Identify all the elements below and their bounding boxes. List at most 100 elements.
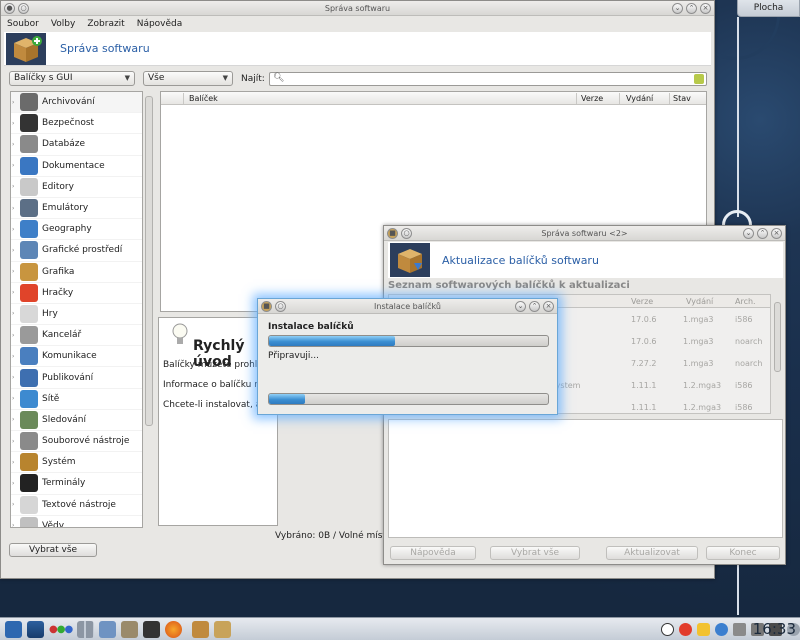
minimize-button[interactable]: ⌄	[743, 227, 754, 239]
window-sticky-button[interactable]: ○	[275, 300, 286, 312]
expand-arrow-icon[interactable]: ›	[12, 183, 14, 190]
maximize-button[interactable]: ⌃	[757, 227, 768, 239]
category-item[interactable]: › Emulátory	[11, 198, 142, 220]
network-globe-icon[interactable]	[715, 622, 728, 636]
task-software-manager-icon[interactable]	[192, 620, 210, 638]
expand-arrow-icon[interactable]: ›	[12, 141, 14, 148]
update-select-all-button[interactable]: Vybrat vše	[490, 546, 580, 560]
category-item[interactable]: › Publikování	[11, 367, 142, 389]
task-software-update-icon[interactable]	[214, 620, 232, 638]
select-all-button[interactable]: Vybrat vše	[9, 543, 97, 557]
category-item[interactable]: › Hry	[11, 304, 142, 326]
office-icon	[20, 326, 38, 345]
category-item[interactable]: › Editory	[11, 177, 142, 198]
column-release[interactable]: Vydání	[626, 94, 653, 103]
main-titlebar[interactable]: Správa softwaru ● ○ ⌄ ⌃ ×	[1, 1, 714, 16]
expand-arrow-icon[interactable]: ›	[12, 310, 14, 317]
category-item[interactable]: › Sledování	[11, 410, 142, 431]
menu-soubor[interactable]: Soubor	[7, 19, 39, 29]
expand-arrow-icon[interactable]: ›	[12, 374, 14, 381]
category-item[interactable]: › Systém	[11, 452, 142, 474]
column-status[interactable]: Stav	[673, 94, 691, 103]
window-sticky-button[interactable]: ○	[18, 2, 29, 14]
search-input[interactable]: 🔍︎	[269, 72, 707, 86]
category-item[interactable]: › Terminály	[11, 473, 142, 495]
expand-arrow-icon[interactable]: ›	[12, 438, 14, 445]
maximize-button[interactable]: ⌃	[529, 300, 540, 312]
update-button[interactable]: Aktualizovat	[606, 546, 698, 560]
system-settings-icon[interactable]	[121, 620, 139, 638]
expand-arrow-icon[interactable]: ›	[12, 289, 14, 296]
column-package[interactable]: Balíček	[189, 94, 218, 103]
security-tray-icon[interactable]	[697, 622, 710, 636]
menu-napoveda[interactable]: Nápověda	[137, 19, 183, 29]
status-filter-combo[interactable]: Vše ▼	[143, 71, 233, 86]
column-release[interactable]: Vydání	[686, 297, 713, 306]
show-desktop-icon[interactable]	[27, 620, 44, 638]
help-button[interactable]: Nápověda	[390, 546, 476, 560]
category-scrollbar[interactable]	[145, 96, 153, 426]
menu-zobrazit[interactable]: Zobrazit	[87, 19, 124, 29]
category-item[interactable]: › Hračky	[11, 283, 142, 304]
category-item[interactable]: › Sítě	[11, 389, 142, 410]
category-item[interactable]: › Souborové nástroje	[11, 431, 142, 453]
expand-arrow-icon[interactable]: ›	[12, 247, 14, 254]
column-version[interactable]: Verze	[581, 94, 603, 103]
expand-arrow-icon[interactable]: ›	[12, 522, 14, 527]
clipboard-icon[interactable]	[733, 622, 746, 636]
maximize-button[interactable]: ⌃	[686, 2, 697, 14]
column-arch[interactable]: Arch.	[735, 297, 756, 306]
category-item[interactable]: › Grafika	[11, 262, 142, 283]
progress-titlebar[interactable]: Instalace balíčků ■ ○ ⌄ ⌃ ×	[258, 299, 557, 314]
category-item[interactable]: › Textové nástroje	[11, 495, 142, 516]
info-tray-icon[interactable]	[661, 622, 674, 636]
desktop-button[interactable]: Plocha	[737, 0, 800, 17]
expand-arrow-icon[interactable]: ›	[12, 268, 14, 275]
update-alert-icon[interactable]	[679, 622, 692, 636]
clock[interactable]: 16:33	[753, 620, 796, 638]
expand-arrow-icon[interactable]: ›	[12, 205, 14, 212]
activities-icon[interactable]: ●●●	[49, 624, 73, 635]
category-item[interactable]: › Vědy	[11, 516, 142, 527]
window-sticky-button[interactable]: ○	[401, 227, 412, 239]
update-scrollbar[interactable]	[774, 302, 781, 372]
terminal-icon[interactable]	[143, 620, 161, 638]
app-launcher-icon[interactable]	[5, 620, 22, 638]
close-button[interactable]: ×	[700, 2, 711, 14]
category-item[interactable]: › Databáze	[11, 134, 142, 156]
category-item[interactable]: › Grafické prostředí	[11, 240, 142, 262]
expand-arrow-icon[interactable]: ›	[12, 416, 14, 423]
category-item[interactable]: › Geography	[11, 219, 142, 241]
expand-arrow-icon[interactable]: ›	[12, 501, 14, 508]
expand-arrow-icon[interactable]: ›	[12, 162, 14, 169]
category-item[interactable]: › Dokumentace	[11, 156, 142, 177]
column-version[interactable]: Verze	[631, 297, 653, 306]
file-manager-icon[interactable]	[99, 620, 117, 638]
expand-arrow-icon[interactable]: ›	[12, 99, 14, 106]
window-menu-button[interactable]: ■	[387, 227, 398, 239]
firefox-icon[interactable]	[165, 620, 183, 638]
minimize-button[interactable]: ⌄	[515, 300, 526, 312]
window-menu-button[interactable]: ■	[261, 300, 272, 312]
menu-volby[interactable]: Volby	[51, 19, 76, 29]
expand-arrow-icon[interactable]: ›	[12, 332, 14, 339]
quit-button[interactable]: Konec	[706, 546, 780, 560]
window-menu-button[interactable]: ●	[4, 2, 15, 14]
expand-arrow-icon[interactable]: ›	[12, 226, 14, 233]
expand-arrow-icon[interactable]: ›	[12, 395, 14, 402]
expand-arrow-icon[interactable]: ›	[12, 459, 14, 466]
clear-search-icon[interactable]	[694, 74, 704, 84]
category-item[interactable]: › Bezpečnost	[11, 113, 142, 135]
expand-arrow-icon[interactable]: ›	[12, 353, 14, 360]
package-filter-combo[interactable]: Balíčky s GUI ▼	[9, 71, 135, 86]
expand-arrow-icon[interactable]: ›	[12, 480, 14, 487]
close-button[interactable]: ×	[543, 300, 554, 312]
pager-icon[interactable]	[77, 620, 95, 638]
expand-arrow-icon[interactable]: ›	[12, 120, 14, 127]
update-titlebar[interactable]: Správa softwaru <2> ■ ○ ⌄ ⌃ ×	[384, 226, 785, 241]
category-item[interactable]: › Kancelář	[11, 325, 142, 347]
close-button[interactable]: ×	[771, 227, 782, 239]
minimize-button[interactable]: ⌄	[672, 2, 683, 14]
category-item[interactable]: › Komunikace	[11, 346, 142, 368]
category-item[interactable]: › Archivování	[11, 92, 142, 114]
